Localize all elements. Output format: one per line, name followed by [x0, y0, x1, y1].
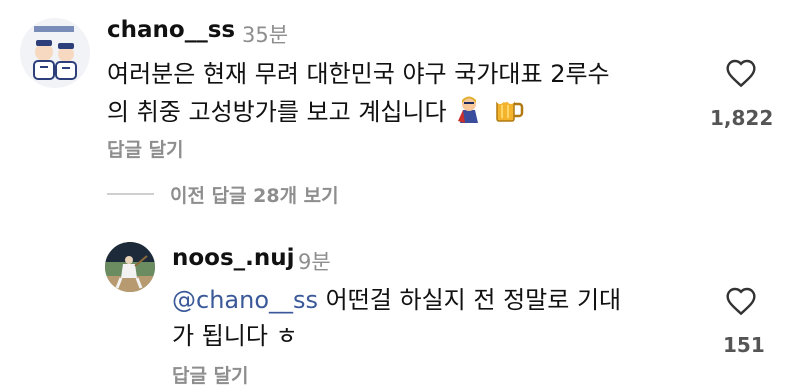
view-previous-replies-button[interactable]: 이전 답글 28개 보기: [170, 181, 339, 208]
superhero-emoji-icon: [454, 93, 484, 133]
like-heart-icon[interactable]: [725, 286, 757, 320]
comment-username[interactable]: chano__ss: [107, 17, 235, 43]
comment-text-line1: 여러분은 현재 무려 대한민국 야구 국가대표 2루수: [107, 60, 610, 88]
like-count: 1,822: [710, 106, 774, 130]
avatar[interactable]: [20, 18, 90, 88]
replies-divider: [107, 193, 154, 195]
mention-link[interactable]: @chano__ss: [172, 286, 318, 314]
reply-timestamp: 9분: [298, 250, 331, 274]
beer-mug-emoji-icon: [492, 92, 524, 134]
reply-button[interactable]: 답글 달기: [107, 135, 184, 162]
comment-text: 여러분은 현재 무려 대한민국 야구 국가대표 2루수 의 취중 고성방가를 보…: [107, 56, 687, 134]
reply-text-line2: 가 됩니다 ㅎ: [172, 322, 298, 350]
comment-text-line2: 의 취중 고성방가를 보고 계십니다: [107, 98, 447, 126]
reply-text-line1: 어떤걸 하실지 전 정말로 기대: [318, 286, 622, 314]
reply-text: @chano__ss 어떤걸 하실지 전 정말로 기대 가 됩니다 ㅎ: [172, 282, 692, 354]
comment-timestamp: 35분: [242, 23, 289, 47]
comment-text-line2-row: 의 취중 고성방가를 보고 계십니다: [107, 92, 687, 134]
avatar-illustration-icon: [33, 26, 77, 80]
like-heart-icon[interactable]: [725, 58, 757, 92]
reply-username[interactable]: noos_.nuj: [172, 245, 295, 271]
baseball-player-photo-icon: [105, 242, 155, 292]
like-count: 151: [723, 333, 765, 357]
reply-text-line1-row: @chano__ss 어떤걸 하실지 전 정말로 기대: [172, 282, 692, 318]
reply-avatar[interactable]: [105, 242, 155, 292]
reply-button[interactable]: 답글 달기: [172, 361, 249, 388]
